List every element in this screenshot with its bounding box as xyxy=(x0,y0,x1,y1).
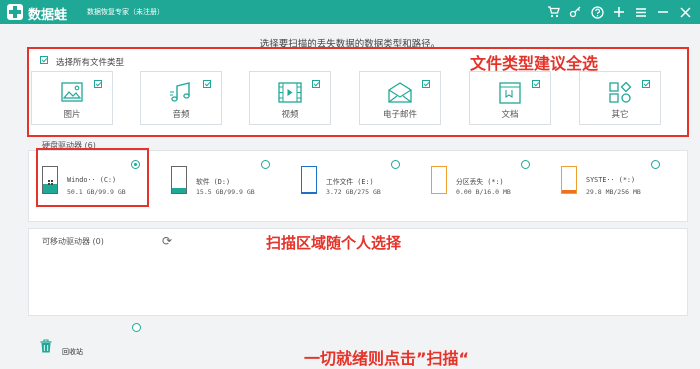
email-checkbox[interactable] xyxy=(422,80,430,88)
key-icon[interactable] xyxy=(566,3,584,21)
close-icon[interactable] xyxy=(676,3,694,21)
drive-size: 29.8 MB/256 MB xyxy=(586,188,641,196)
drive-item[interactable]: SYSTE·· (*:) 29.8 MB/256 MB xyxy=(557,160,669,202)
file-type-audio[interactable]: 音频 xyxy=(140,71,222,125)
file-type-label: 其它 xyxy=(611,110,629,120)
menu-icon[interactable] xyxy=(632,3,650,21)
file-type-label: 视频 xyxy=(281,110,299,120)
video-icon xyxy=(278,82,302,103)
file-type-label: 图片 xyxy=(63,110,81,120)
drive-size: 3.72 GB/275 GB xyxy=(326,188,381,196)
recycle-bin-label: 回收站 xyxy=(62,348,83,356)
app-name: 数据蛙 xyxy=(28,8,68,23)
drive-name: 分区丢失 (*:) xyxy=(456,178,504,186)
drive-size: 0.00 B/16.0 MB xyxy=(456,188,511,196)
video-checkbox[interactable] xyxy=(312,80,320,88)
annotation-bottom: 一切就绪则点击”扫描“ xyxy=(304,349,470,368)
drive-icon xyxy=(171,166,187,194)
minimize-icon[interactable] xyxy=(654,3,672,21)
file-type-label: 文档 xyxy=(501,110,519,120)
window-toolbar xyxy=(544,3,694,21)
music-icon xyxy=(170,82,190,102)
drive-name: SYSTE·· (*:) xyxy=(586,176,636,184)
drive-item[interactable]: 工作文件 (E:) 3.72 GB/275 GB xyxy=(297,160,409,202)
drive-radio[interactable] xyxy=(521,160,530,169)
file-type-label: 音频 xyxy=(172,110,190,120)
file-type-label: 电子邮件 xyxy=(382,110,417,120)
trash-icon[interactable] xyxy=(40,339,52,353)
app-subtitle: 数据恢复专家（未注册） xyxy=(87,8,164,16)
app-logo-icon xyxy=(7,4,23,20)
drive-name: 软件 (D:) xyxy=(196,178,231,186)
lost-partition-icon xyxy=(431,166,447,194)
help-icon[interactable] xyxy=(588,3,606,21)
file-type-document[interactable]: 文档 xyxy=(469,71,551,125)
other-checkbox[interactable] xyxy=(642,80,650,88)
cart-icon[interactable] xyxy=(544,3,562,21)
document-checkbox[interactable] xyxy=(532,80,540,88)
removable-section-title: 可移动驱动器 (0) xyxy=(42,237,104,246)
select-all-label: 选择所有文件类型 xyxy=(56,58,125,68)
drive-c-highlight-box xyxy=(36,148,149,207)
audio-checkbox[interactable] xyxy=(203,80,211,88)
drive-radio[interactable] xyxy=(651,160,660,169)
drive-radio[interactable] xyxy=(261,160,270,169)
drive-size: 15.5 GB/99.9 GB xyxy=(196,188,255,196)
image-icon xyxy=(61,82,83,102)
annotation-scan-area: 扫描区域随个人选择 xyxy=(266,234,402,252)
title-bar: 数据蛙 数据恢复专家（未注册） xyxy=(0,0,700,24)
image-checkbox[interactable] xyxy=(94,80,102,88)
plus-icon[interactable] xyxy=(610,3,628,21)
file-type-email[interactable]: 电子邮件 xyxy=(359,71,441,125)
drive-radio[interactable] xyxy=(391,160,400,169)
document-icon xyxy=(499,82,521,104)
recycle-bin-radio[interactable] xyxy=(132,323,141,332)
system-drive-icon xyxy=(561,166,577,194)
drive-icon xyxy=(301,166,317,194)
email-icon xyxy=(388,82,412,103)
drive-name: 工作文件 (E:) xyxy=(326,178,374,186)
file-type-other[interactable]: 其它 xyxy=(579,71,661,125)
drive-item[interactable]: 软件 (D:) 15.5 GB/99.9 GB xyxy=(167,160,279,202)
file-type-video[interactable]: 视频 xyxy=(249,71,331,125)
file-type-image[interactable]: 图片 xyxy=(31,71,113,125)
other-icon xyxy=(609,81,632,103)
drive-item[interactable]: 分区丢失 (*:) 0.00 B/16.0 MB xyxy=(427,160,539,202)
refresh-icon[interactable]: ⟳ xyxy=(162,234,172,248)
select-all-checkbox[interactable] xyxy=(40,56,48,64)
